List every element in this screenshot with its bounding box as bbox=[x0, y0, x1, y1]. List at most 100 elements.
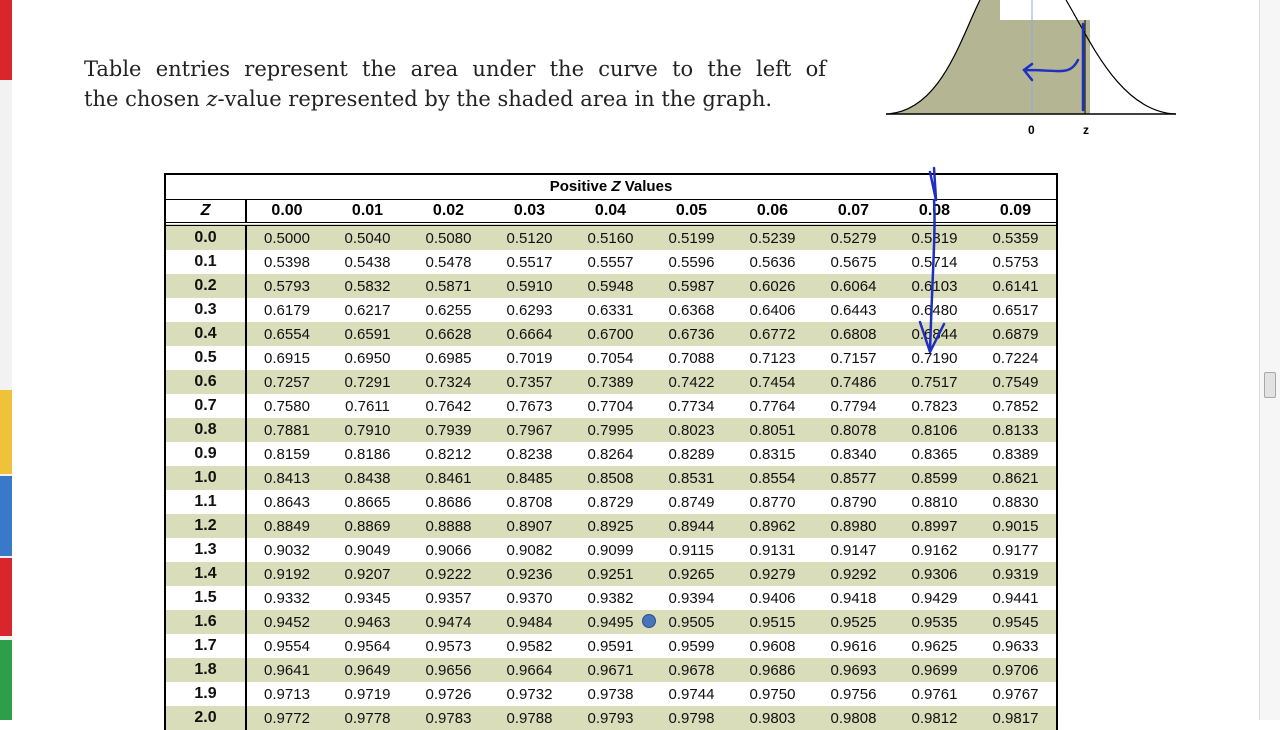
probability-cell: 0.6179 bbox=[246, 298, 327, 322]
probability-cell: 0.8643 bbox=[246, 490, 327, 514]
probability-cell: 0.5910 bbox=[489, 274, 570, 298]
probability-cell: 0.7734 bbox=[651, 394, 732, 418]
probability-cell: 0.9783 bbox=[408, 706, 489, 730]
table-row: 0.8 0.7881 0.7910 0.7939 0.7967 0.7995 0.8023 0… bbox=[166, 418, 1056, 442]
probability-cell: 0.7995 bbox=[570, 418, 651, 442]
probability-cell: 0.9582 bbox=[489, 634, 570, 658]
probability-cell: 0.9082 bbox=[489, 538, 570, 562]
highlighter-tool[interactable] bbox=[0, 390, 12, 474]
probability-cell: 0.6026 bbox=[732, 274, 813, 298]
probability-cell: 0.8770 bbox=[732, 490, 813, 514]
probability-cell: 0.7794 bbox=[813, 394, 894, 418]
probability-cell: 0.9599 bbox=[651, 634, 732, 658]
eraser-tool[interactable] bbox=[0, 558, 12, 636]
table-row: 2.0 0.9772 0.9778 0.9783 0.9788 0.9793 0.9798 0… bbox=[166, 706, 1056, 730]
probability-cell: 0.5199 bbox=[651, 224, 732, 250]
green-pen-tool[interactable] bbox=[0, 640, 12, 720]
table-row: 1.8 0.9641 0.9649 0.9656 0.9664 0.9671 0.9678 0… bbox=[166, 658, 1056, 682]
z-value-cell: 2.0 bbox=[166, 706, 247, 730]
probability-cell: 0.9115 bbox=[651, 538, 732, 562]
probability-cell: 0.6406 bbox=[732, 298, 813, 322]
z-value-cell: 1.5 bbox=[166, 586, 247, 610]
probability-cell: 0.9452 bbox=[246, 610, 327, 634]
probability-cell: 0.9032 bbox=[246, 538, 327, 562]
column-header: 0.07 bbox=[813, 200, 894, 226]
red-pen-tool[interactable] bbox=[0, 0, 12, 80]
vertical-scrollbar[interactable] bbox=[1259, 0, 1280, 720]
probability-cell: 0.8980 bbox=[813, 514, 894, 538]
probability-cell: 0.6443 bbox=[813, 298, 894, 322]
probability-cell: 0.9750 bbox=[732, 682, 813, 706]
probability-cell: 0.9495 bbox=[570, 610, 651, 634]
probability-cell: 0.7157 bbox=[813, 346, 894, 370]
probability-cell: 0.9279 bbox=[732, 562, 813, 586]
probability-cell: 0.7673 bbox=[489, 394, 570, 418]
probability-cell: 0.9505 bbox=[651, 610, 732, 634]
probability-cell: 0.7324 bbox=[408, 370, 489, 394]
probability-cell: 0.7257 bbox=[246, 370, 327, 394]
probability-cell: 0.9738 bbox=[570, 682, 651, 706]
probability-cell: 0.8438 bbox=[327, 466, 408, 490]
probability-cell: 0.6368 bbox=[651, 298, 732, 322]
z-value-cell: 0.3 bbox=[166, 298, 247, 322]
scrollbar-thumb[interactable] bbox=[1264, 372, 1276, 398]
z-value-cell: 0.4 bbox=[166, 322, 247, 346]
probability-cell: 0.6844 bbox=[894, 322, 975, 346]
probability-cell: 0.9693 bbox=[813, 658, 894, 682]
probability-cell: 0.8133 bbox=[975, 418, 1056, 442]
blue-pen-tool[interactable] bbox=[0, 476, 12, 556]
probability-cell: 0.6628 bbox=[408, 322, 489, 346]
table-row: 1.6 0.9452 0.9463 0.9474 0.9484 0.9495 0.9505 0… bbox=[166, 610, 1056, 634]
probability-cell: 0.7852 bbox=[975, 394, 1056, 418]
probability-cell: 0.7123 bbox=[732, 346, 813, 370]
probability-cell: 0.9761 bbox=[894, 682, 975, 706]
probability-cell: 0.9535 bbox=[894, 610, 975, 634]
probability-cell: 0.9772 bbox=[246, 706, 327, 730]
probability-cell: 0.8849 bbox=[246, 514, 327, 538]
probability-cell: 0.6985 bbox=[408, 346, 489, 370]
probability-cell: 0.8461 bbox=[408, 466, 489, 490]
probability-cell: 0.9357 bbox=[408, 586, 489, 610]
probability-cell: 0.9099 bbox=[570, 538, 651, 562]
probability-cell: 0.9564 bbox=[327, 634, 408, 658]
title-text: Values bbox=[620, 178, 673, 195]
probability-cell: 0.9591 bbox=[570, 634, 651, 658]
probability-cell: 0.9726 bbox=[408, 682, 489, 706]
z-value-cell: 1.4 bbox=[166, 562, 247, 586]
probability-cell: 0.8944 bbox=[651, 514, 732, 538]
probability-cell: 0.8810 bbox=[894, 490, 975, 514]
z-value-cell: 0.8 bbox=[166, 418, 247, 442]
probability-cell: 0.9616 bbox=[813, 634, 894, 658]
probability-cell: 0.7517 bbox=[894, 370, 975, 394]
probability-cell: 0.8830 bbox=[975, 490, 1056, 514]
probability-cell: 0.7454 bbox=[732, 370, 813, 394]
probability-cell: 0.9066 bbox=[408, 538, 489, 562]
probability-cell: 0.9292 bbox=[813, 562, 894, 586]
probability-cell: 0.7549 bbox=[975, 370, 1056, 394]
probability-cell: 0.8749 bbox=[651, 490, 732, 514]
probability-cell: 0.8365 bbox=[894, 442, 975, 466]
probability-cell: 0.7910 bbox=[327, 418, 408, 442]
probability-cell: 0.9767 bbox=[975, 682, 1056, 706]
probability-cell: 0.9251 bbox=[570, 562, 651, 586]
probability-cell: 0.7088 bbox=[651, 346, 732, 370]
probability-cell: 0.9641 bbox=[246, 658, 327, 682]
probability-cell: 0.9699 bbox=[894, 658, 975, 682]
probability-cell: 0.9370 bbox=[489, 586, 570, 610]
column-header: 0.01 bbox=[327, 200, 408, 226]
probability-cell: 0.7881 bbox=[246, 418, 327, 442]
probability-cell: 0.9817 bbox=[975, 706, 1056, 730]
probability-cell: 0.5438 bbox=[327, 250, 408, 274]
probability-cell: 0.9265 bbox=[651, 562, 732, 586]
z-label: z bbox=[1083, 123, 1089, 137]
table-row: 0.0 0.5000 0.5040 0.5080 0.5120 0.5160 0.5199 0… bbox=[166, 224, 1056, 250]
probability-cell: 0.9573 bbox=[408, 634, 489, 658]
probability-cell: 0.7291 bbox=[327, 370, 408, 394]
probability-cell: 0.5478 bbox=[408, 250, 489, 274]
table-row: 1.7 0.9554 0.9564 0.9573 0.9582 0.9591 0.9599 0… bbox=[166, 634, 1056, 658]
z-value-cell: 1.3 bbox=[166, 538, 247, 562]
probability-cell: 0.8907 bbox=[489, 514, 570, 538]
probability-cell: 0.8315 bbox=[732, 442, 813, 466]
normal-curve-graph: 0 z bbox=[885, 0, 1177, 137]
probability-cell: 0.9671 bbox=[570, 658, 651, 682]
